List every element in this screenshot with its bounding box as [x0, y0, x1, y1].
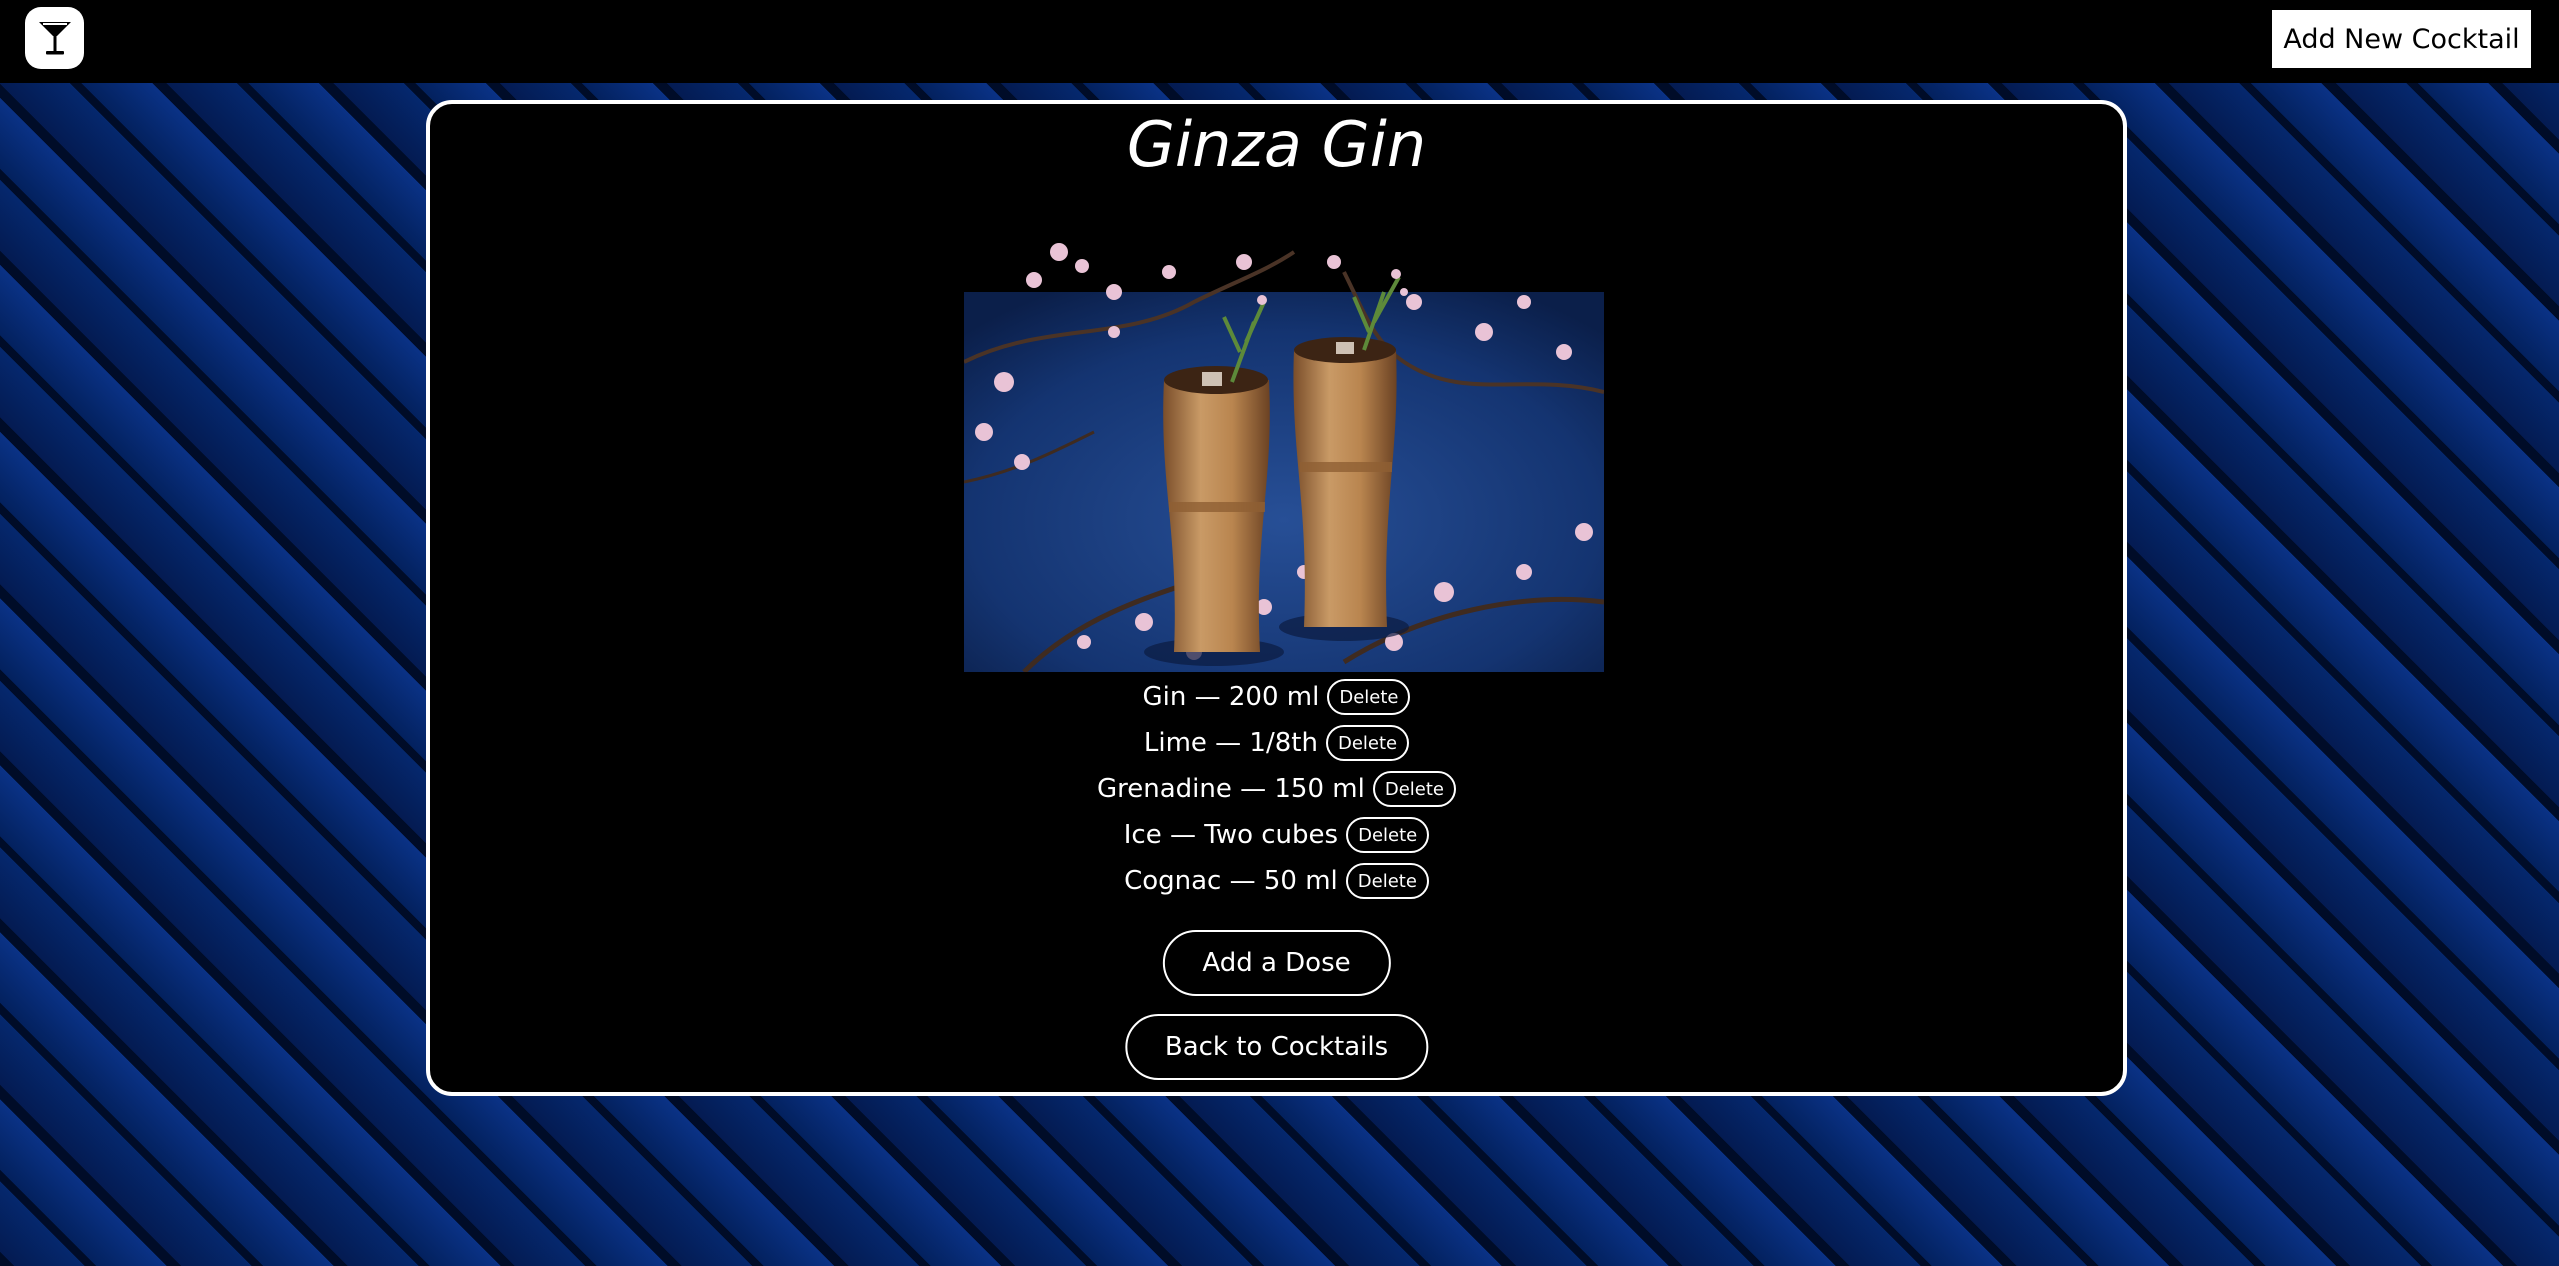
dose-item: Gin — 200 ml Delete: [430, 674, 2123, 720]
dose-item: Cognac — 50 ml Delete: [430, 858, 2123, 904]
dose-item: Ice — Two cubes Delete: [430, 812, 2123, 858]
cocktail-title: Ginza Gin: [1126, 108, 1427, 181]
delete-dose-button[interactable]: Delete: [1345, 863, 1429, 899]
cocktail-photo: [964, 232, 1604, 672]
dose-item: Lime — 1/8th Delete: [430, 720, 2123, 766]
dose-item: Grenadine — 150 ml Delete: [430, 766, 2123, 812]
dose-text: Grenadine — 150 ml: [1096, 774, 1365, 804]
delete-dose-button[interactable]: Delete: [1372, 771, 1456, 807]
add-new-cocktail-button[interactable]: Add New Cocktail: [2272, 10, 2531, 68]
dose-text: Cognac — 50 ml: [1124, 866, 1338, 896]
delete-dose-button[interactable]: Delete: [1346, 817, 1430, 853]
navbar: Add New Cocktail: [0, 0, 2559, 83]
dose-text: Gin — 200 ml: [1142, 682, 1320, 712]
delete-dose-button[interactable]: Delete: [1325, 725, 1410, 761]
dose-list: Gin — 200 ml Delete Lime — 1/8th Delete …: [430, 674, 2123, 904]
dose-text: Ice — Two cubes: [1123, 820, 1339, 850]
home-logo-button[interactable]: [25, 7, 84, 69]
add-dose-button[interactable]: Add a Dose: [1162, 930, 1391, 996]
delete-dose-button[interactable]: Delete: [1327, 679, 1411, 715]
cocktail-glass-icon: [38, 22, 71, 55]
back-to-cocktails-button[interactable]: Back to Cocktails: [1124, 1014, 1429, 1080]
cocktail-detail-card: Ginza Gin Gin — 200 ml Delete Lime — 1/8…: [426, 100, 2127, 1096]
dose-text: Lime — 1/8th: [1143, 728, 1318, 758]
